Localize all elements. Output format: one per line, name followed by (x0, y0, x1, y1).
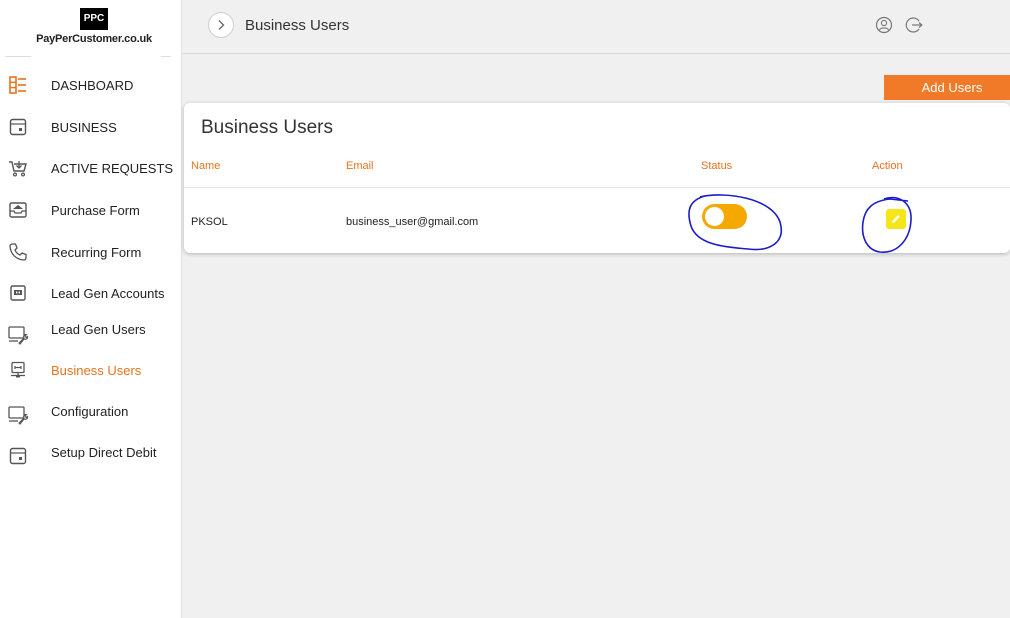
id-card-icon (7, 282, 29, 304)
column-header-action: Action (872, 160, 903, 172)
sidebar-item-label: Setup Direct Debit (51, 444, 157, 460)
sidebar-item-label: Purchase Form (51, 202, 140, 218)
sidebar-item-active-requests[interactable]: ACTIVE REQUESTS (0, 153, 182, 183)
status-toggle[interactable] (702, 204, 747, 229)
building-icon (7, 445, 29, 467)
top-bar: Business Users (183, 0, 1010, 54)
cart-icon (7, 157, 29, 179)
user-name-cell: PKSOL (191, 216, 228, 228)
edit-pencil-icon (892, 215, 900, 223)
logout-icon[interactable] (905, 16, 923, 34)
monitor-wrench-icon (7, 324, 29, 346)
brand-name: PayPerCustomer.co.uk (36, 33, 152, 45)
sidebar-toggle-button[interactable] (208, 12, 234, 38)
toggle-knob (705, 207, 724, 226)
page-title: Business Users (245, 17, 350, 34)
sidebar-item-label: Recurring Form (51, 244, 142, 260)
monitor-wrench-icon (7, 404, 29, 426)
logo-mark: PPC (80, 8, 108, 30)
building-icon (7, 116, 29, 138)
column-header-name: Name (191, 160, 221, 172)
sidebar-item-dashboard[interactable]: DASHBOARD (0, 70, 182, 100)
sidebar-item-lead-gen-accounts[interactable]: Lead Gen Accounts (0, 278, 182, 308)
sidebar-item-label: Lead Gen Accounts (51, 285, 165, 301)
card-title: Business Users (201, 117, 333, 138)
sidebar-item-label: DASHBOARD (51, 77, 134, 93)
sidebar: PPC PayPerCustomer.co.uk DASHBOARD BUSIN… (0, 0, 182, 618)
sidebar-item-label: Business Users (51, 362, 142, 378)
logo-divider-left (5, 56, 31, 57)
phone-icon (7, 241, 29, 263)
logo-divider-right (161, 56, 171, 57)
sidebar-item-setup-direct-debit[interactable]: Setup Direct Debit (0, 437, 182, 467)
sidebar-item-label: BUSINESS (51, 119, 117, 135)
network-monitor-icon (7, 359, 29, 381)
table-divider (184, 187, 1010, 188)
column-header-email: Email (346, 160, 374, 172)
user-email-cell: business_user@gmail.com (346, 216, 479, 228)
dashboard-icon (7, 74, 29, 96)
chevron-right-icon (218, 20, 225, 30)
sidebar-item-configuration[interactable]: Configuration (0, 396, 182, 426)
inbox-tray-icon (7, 199, 29, 221)
sidebar-item-lead-gen-users[interactable]: Lead Gen Users (0, 314, 182, 346)
user-circle-icon[interactable] (875, 16, 893, 34)
add-users-button[interactable]: Add Users (884, 75, 1010, 100)
sidebar-item-label: ACTIVE REQUESTS (51, 160, 174, 176)
brand-logo[interactable]: PPC PayPerCustomer.co.uk (0, 0, 182, 56)
sidebar-item-recurring-form[interactable]: Recurring Form (0, 237, 182, 267)
sidebar-item-label: Lead Gen Users (51, 321, 146, 337)
sidebar-item-purchase-form[interactable]: Purchase Form (0, 195, 182, 225)
sidebar-item-business[interactable]: BUSINESS (0, 112, 182, 142)
sidebar-item-business-users[interactable]: Business Users (0, 355, 182, 385)
sidebar-item-label: Configuration (51, 403, 129, 419)
edit-button[interactable] (886, 209, 906, 229)
column-header-status: Status (701, 160, 733, 172)
business-users-card: Business Users Name Email Status Action … (184, 103, 1010, 253)
